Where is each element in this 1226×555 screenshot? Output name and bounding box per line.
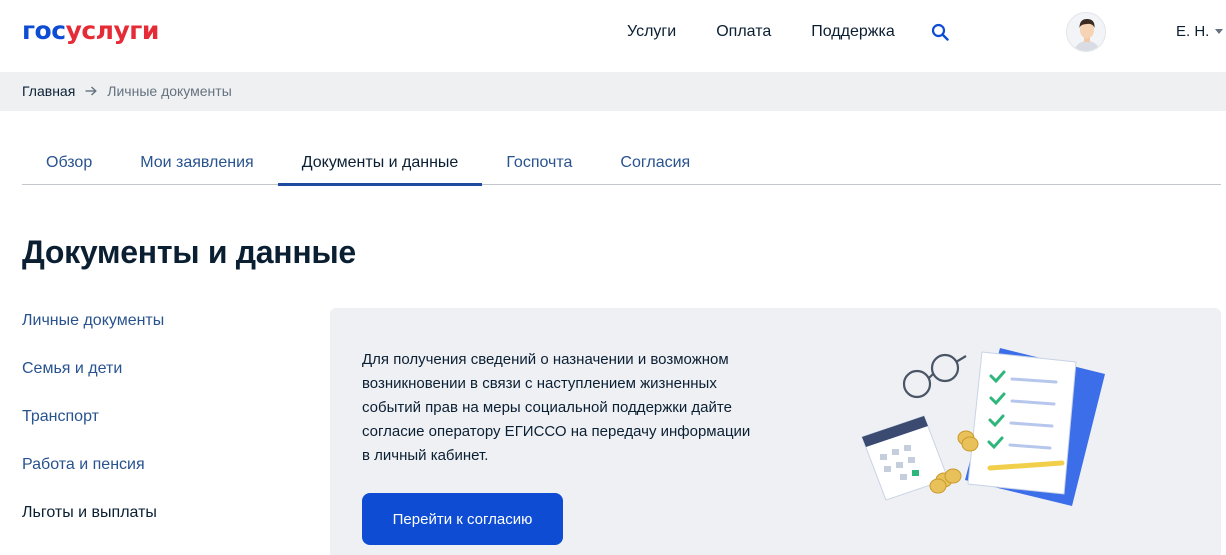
- side-menu-item-personal-documents[interactable]: Личные документы: [22, 310, 302, 358]
- breadcrumb: Главная Личные документы: [22, 83, 232, 99]
- user-menu[interactable]: Е. Н.: [1176, 23, 1224, 40]
- user-avatar-icon: [1067, 13, 1105, 51]
- side-menu-item-benefits-and-payments[interactable]: Льготы и выплаты: [22, 502, 302, 550]
- tab-consents[interactable]: Согласия: [596, 141, 714, 185]
- breadcrumb-bar: Главная Личные документы: [0, 72, 1226, 111]
- nav-link-services[interactable]: Услуги: [627, 22, 676, 42]
- search-icon[interactable]: [931, 23, 949, 41]
- section-tabs: Обзор Мои заявления Документы и данные Г…: [22, 141, 1221, 186]
- side-menu-item-work-and-pension[interactable]: Работа и пенсия: [22, 454, 302, 502]
- page-title: Документы и данные: [22, 234, 356, 270]
- consent-info-card: Для получения сведений о назначении и во…: [330, 308, 1221, 555]
- gosuslugi-logo[interactable]: госуслуги: [22, 14, 159, 48]
- tab-overview[interactable]: Обзор: [22, 141, 116, 185]
- avatar[interactable]: [1066, 12, 1106, 52]
- user-name-label: Е. Н.: [1176, 23, 1210, 40]
- side-menu: Личные документы Семья и дети Транспорт …: [22, 310, 302, 550]
- logo-part-uslugi: услуги: [65, 16, 160, 45]
- nav-link-support[interactable]: Поддержка: [811, 22, 894, 42]
- logo-part-gos: гос: [22, 16, 66, 45]
- site-header: госуслуги Услуги Оплата Поддержка Е. Н.: [0, 0, 1226, 72]
- tab-documents-and-data[interactable]: Документы и данные: [277, 141, 483, 186]
- breadcrumb-current: Личные документы: [107, 83, 232, 99]
- documents-illustration: [861, 348, 1105, 506]
- go-to-consent-button[interactable]: Перейти к согласию: [362, 493, 563, 545]
- chevron-down-icon: [1215, 29, 1224, 34]
- tab-gospochta[interactable]: Госпочта: [482, 141, 596, 185]
- arrow-right-icon: [85, 86, 98, 96]
- side-menu-item-family-and-children[interactable]: Семья и дети: [22, 358, 302, 406]
- side-menu-item-transport[interactable]: Транспорт: [22, 406, 302, 454]
- nav-link-payment[interactable]: Оплата: [716, 22, 771, 42]
- tab-my-applications[interactable]: Мои заявления: [116, 141, 278, 185]
- consent-info-text: Для получения сведений о назначении и во…: [362, 351, 751, 464]
- top-navigation: Услуги Оплата Поддержка: [627, 22, 949, 42]
- breadcrumb-home-link[interactable]: Главная: [22, 83, 75, 99]
